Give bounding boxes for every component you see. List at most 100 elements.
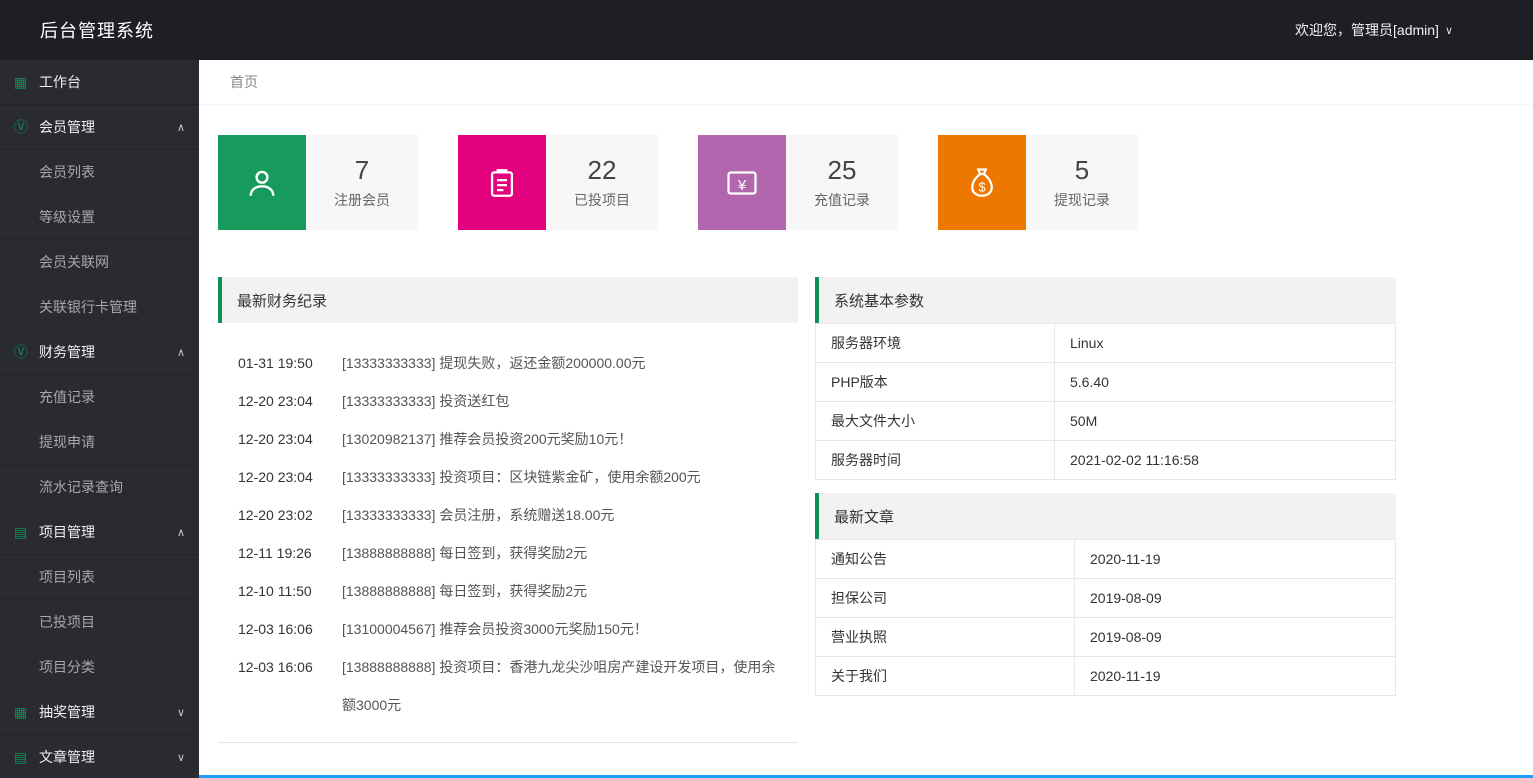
sidebar-subitem-transaction-query[interactable]: 流水记录查询 [0, 465, 199, 510]
members-icon: Ⓥ [14, 119, 28, 135]
record-time: 12-10 11:50 [238, 583, 312, 599]
stat-iconbox: ¥ [698, 135, 786, 230]
record-text: [13333333333] 投资送红包 [342, 393, 510, 409]
articles-icon: ▤ [14, 748, 28, 765]
table-row: 最大文件大小 50M [815, 401, 1396, 441]
finance-record: 12-03 16:06 [13888888888] 投资项目：香港九龙尖沙咀房产建… [238, 648, 778, 724]
article-title[interactable]: 营业执照 [815, 617, 1075, 657]
sidebar-item-label: 会员管理 [39, 119, 95, 135]
param-value: 50M [1054, 401, 1396, 441]
sidebar-item-label: 工作台 [39, 74, 81, 90]
record-time: 12-03 16:06 [238, 659, 313, 675]
sidebar-item-projects[interactable]: ▤ 项目管理 ∧ [0, 510, 199, 555]
sidebar-subitem-withdrawal-requests[interactable]: 提现申请 [0, 420, 199, 465]
svg-text:$: $ [978, 179, 985, 194]
app-header: 后台管理系统 欢迎您，管理员[admin] ∨ [0, 0, 1533, 60]
chevron-up-icon: ∧ [176, 526, 185, 539]
table-row: 服务器环境 Linux [815, 323, 1396, 363]
sidebar-subitem-member-network[interactable]: 会员关联网 [0, 240, 199, 285]
right-column: 系统基本参数 服务器环境 Linux PHP版本 5.6.40 最大文件大小 50M 服务器… [815, 277, 1396, 743]
chevron-up-icon: ∧ [176, 346, 185, 359]
param-value: 2021-02-02 11:16:58 [1054, 440, 1396, 480]
finance-record: 01-31 19:50 [13333333333] 提现失败，返还金额200000… [238, 344, 778, 382]
record-time: 12-20 23:04 [238, 431, 313, 447]
articles-table: 通知公告 2020-11-19 担保公司 2019-08-09 营业执照 2019-08-… [815, 539, 1396, 696]
record-time: 12-20 23:02 [238, 507, 313, 523]
sidebar-subitem-project-categories[interactable]: 项目分类 [0, 645, 199, 690]
table-row: 关于我们 2020-11-19 [815, 656, 1396, 696]
sidebar: ▦ 工作台 Ⓥ 会员管理 ∧ 会员列表 等级设置 会员关联网 关联银行卡管理 Ⓥ 财务管理 ∧ 充值记录… [0, 60, 199, 778]
sidebar-item-finance[interactable]: Ⓥ 财务管理 ∧ [0, 330, 199, 375]
finance-record: 12-11 19:26 [13888888888] 每日签到，获得奖励2元 [238, 534, 778, 572]
stat-card-withdrawal-records[interactable]: $5 提现记录 [938, 135, 1138, 230]
workbench-grid-icon: ▦ [14, 73, 28, 90]
record-text: [13888888888] 每日签到，获得奖励2元 [342, 545, 588, 561]
article-title[interactable]: 担保公司 [815, 578, 1075, 618]
sidebar-subitem-member-list[interactable]: 会员列表 [0, 150, 199, 195]
projects-icon: ▤ [14, 523, 28, 540]
finance-records-list: 01-31 19:50 [13333333333] 提现失败，返还金额200000… [218, 323, 798, 743]
main-content: 首页 7 注册会员 22 已投项目 ¥25 充值记录 $5 提现记录 最新财务纪录 01-31… [199, 60, 1533, 778]
sidebar-subitem-invested-projects[interactable]: 已投项目 [0, 600, 199, 645]
finance-panel: 最新财务纪录 01-31 19:50 [13333333333] 提现失败，返还金… [218, 277, 798, 743]
sidebar-subitem-bank-card-management[interactable]: 关联银行卡管理 [0, 285, 199, 330]
app-title: 后台管理系统 [40, 21, 154, 41]
stat-card-invested-projects[interactable]: 22 已投项目 [458, 135, 658, 230]
articles-panel: 最新文章 通知公告 2020-11-19 担保公司 2019-08-09 营业执照 201… [815, 493, 1396, 696]
finance-record: 12-20 23:04 [13333333333] 投资送红包 [238, 382, 778, 420]
breadcrumb: 首页 [199, 60, 1533, 105]
param-name: 最大文件大小 [815, 401, 1055, 441]
finance-panel-header: 最新财务纪录 [218, 277, 798, 323]
record-time: 12-20 23:04 [238, 469, 313, 485]
sidebar-subitem-project-list[interactable]: 项目列表 [0, 555, 199, 600]
finance-record: 12-20 23:04 [13020982137] 推荐会员投资200元奖励10元… [238, 420, 778, 458]
clipboard-icon [485, 166, 519, 200]
article-date: 2019-08-09 [1074, 617, 1396, 657]
stat-card-recharge-records[interactable]: ¥25 充值记录 [698, 135, 898, 230]
record-time: 12-11 19:26 [238, 545, 312, 561]
stat-label: 注册会员 [334, 192, 390, 208]
panels-row: 最新财务纪录 01-31 19:50 [13333333333] 提现失败，返还金… [218, 277, 1533, 743]
chevron-down-icon: ∨ [176, 751, 185, 764]
record-time: 01-31 19:50 [238, 355, 313, 371]
table-row: PHP版本 5.6.40 [815, 362, 1396, 402]
sidebar-menu: ▦ 工作台 Ⓥ 会员管理 ∧ 会员列表 等级设置 会员关联网 关联银行卡管理 Ⓥ 财务管理 ∧ 充值记录… [0, 60, 199, 778]
param-name: 服务器环境 [815, 323, 1055, 363]
sidebar-subitem-recharge-records[interactable]: 充值记录 [0, 375, 199, 420]
record-text: [13888888888] 投资项目：香港九龙尖沙咀房产建设开发项目，使用余额3… [342, 659, 776, 713]
finance-record: 12-20 23:02 [13333333333] 会员注册，系统赠送18.00元 [238, 496, 778, 534]
user-menu[interactable]: 欢迎您，管理员[admin] ∨ [1295, 20, 1453, 40]
sidebar-item-lottery[interactable]: ▦ 抽奖管理 ∨ [0, 690, 199, 735]
chevron-down-icon: ∨ [176, 706, 185, 719]
article-title[interactable]: 关于我们 [815, 656, 1075, 696]
system-panel-title: 系统基本参数 [834, 292, 925, 310]
record-text: [13020982137] 推荐会员投资200元奖励10元！ [342, 431, 633, 447]
stat-value: 22 [587, 155, 617, 185]
param-name: 服务器时间 [815, 440, 1055, 480]
sidebar-item-workbench[interactable]: ▦ 工作台 [0, 60, 199, 105]
article-title[interactable]: 通知公告 [815, 539, 1075, 579]
welcome-text: 欢迎您，管理员[admin] [1295, 22, 1439, 38]
sidebar-item-members[interactable]: Ⓥ 会员管理 ∧ [0, 105, 199, 150]
stat-card-registered-members[interactable]: 7 注册会员 [218, 135, 418, 230]
chevron-up-icon: ∧ [176, 121, 185, 134]
record-text: [13333333333] 提现失败，返还金额200000.00元 [342, 355, 646, 371]
table-row: 通知公告 2020-11-19 [815, 539, 1396, 579]
article-date: 2020-11-19 [1074, 656, 1396, 696]
recharge-card-icon: ¥ [724, 165, 760, 201]
article-date: 2019-08-09 [1074, 578, 1396, 618]
record-time: 12-20 23:04 [238, 393, 313, 409]
table-row: 担保公司 2019-08-09 [815, 578, 1396, 618]
breadcrumb-home[interactable]: 首页 [230, 72, 258, 92]
finance-panel-title: 最新财务纪录 [237, 292, 328, 310]
sidebar-item-label: 抽奖管理 [39, 704, 95, 720]
stat-iconbox [458, 135, 546, 230]
sidebar-item-label: 财务管理 [39, 344, 95, 360]
user-icon [244, 165, 280, 201]
stat-label: 提现记录 [1054, 192, 1110, 208]
sidebar-item-label: 项目管理 [39, 524, 95, 540]
sidebar-subitem-level-settings[interactable]: 等级设置 [0, 195, 199, 240]
articles-panel-header: 最新文章 [815, 493, 1396, 539]
sidebar-item-articles[interactable]: ▤ 文章管理 ∨ [0, 735, 199, 778]
stat-iconbox [218, 135, 306, 230]
